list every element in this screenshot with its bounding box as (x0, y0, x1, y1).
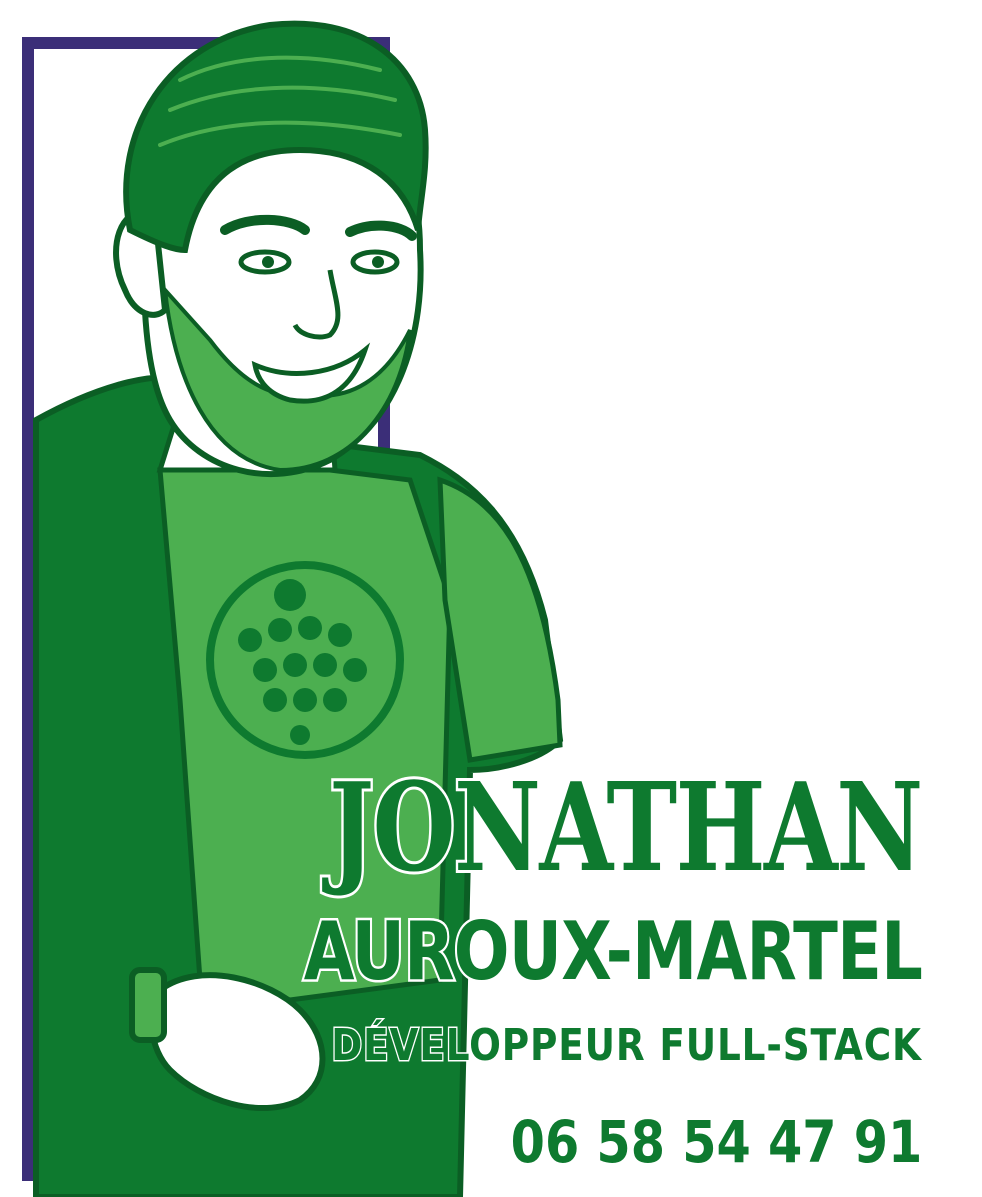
watch-shape (129, 967, 167, 1043)
last-name: AUROUX-MARTEL (302, 903, 925, 1001)
phone-number[interactable]: 06 58 54 47 91 (510, 1108, 922, 1176)
job-title: DÉVELOPPEUR FULL-STACK (330, 1019, 922, 1073)
business-card: JONATHAN AUROUX-MARTEL DÉVELOPPEUR FULL-… (0, 0, 982, 1197)
first-name: JONATHAN (327, 752, 926, 902)
portrait-illustration (33, 20, 564, 1197)
